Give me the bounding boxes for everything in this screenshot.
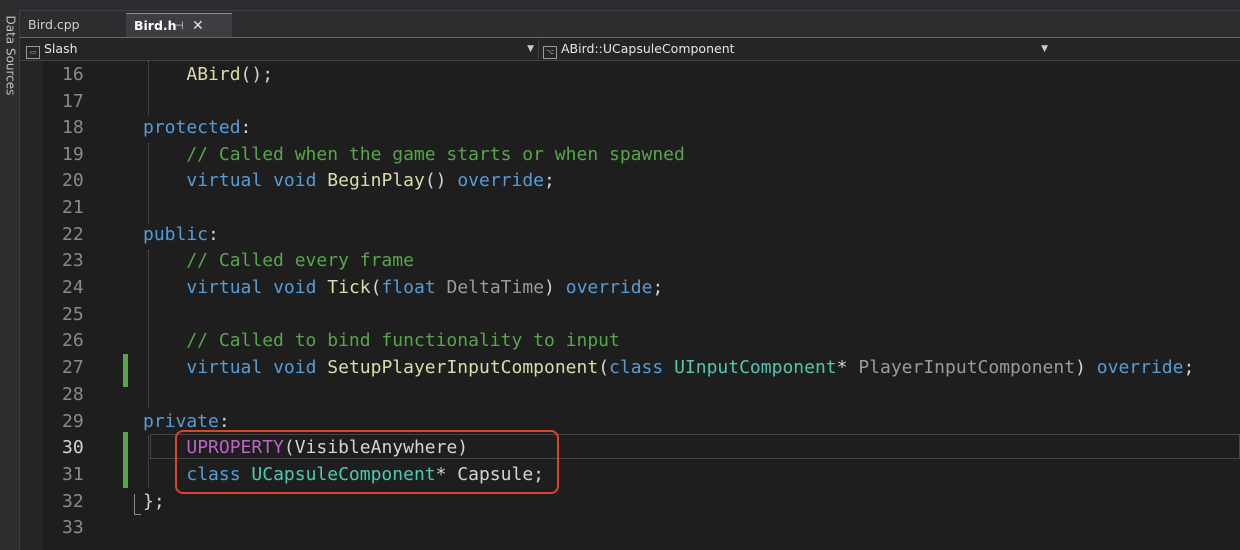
line-number: 31 xyxy=(62,464,84,485)
line-number: 23 xyxy=(62,250,84,271)
code-editor[interactable]: 16 ABird(); 17 18 protected: 19 // Calle… xyxy=(20,61,1240,550)
member-name: ABird::UCapsuleComponent xyxy=(561,41,735,56)
code-line: 19 // Called when the game starts or whe… xyxy=(20,141,1240,168)
code-line: 33 xyxy=(20,514,1240,541)
tab-label: Bird.h xyxy=(134,18,177,33)
code-line: 21 xyxy=(20,194,1240,221)
code-text[interactable]: virtual void SetupPlayerInputComponent(c… xyxy=(143,354,1194,381)
navigation-bar: ▭ Slash ▼ ⌥ ABird::UCapsuleComponent ▼ xyxy=(20,38,1240,61)
code-line: 16 ABird(); xyxy=(20,61,1240,88)
pin-icon[interactable]: ⊣ xyxy=(174,14,184,38)
code-line: 27 virtual void SetupPlayerInputComponen… xyxy=(20,354,1240,381)
chevron-down-icon: ▼ xyxy=(1041,44,1048,54)
line-number: 24 xyxy=(62,277,84,298)
code-text[interactable]: public: xyxy=(143,221,219,248)
line-number: 26 xyxy=(62,330,84,351)
project-dropdown[interactable]: ▭ Slash ▼ xyxy=(22,39,536,59)
line-number: 28 xyxy=(62,384,84,405)
line-number: 19 xyxy=(62,144,84,165)
member-dropdown[interactable]: ⌥ ABird::UCapsuleComponent ▼ xyxy=(538,39,1050,59)
code-comment[interactable]: // Called when the game starts or when s… xyxy=(143,141,685,168)
tab-bird-cpp[interactable]: Bird.cpp xyxy=(20,13,122,37)
code-line: 17 xyxy=(20,88,1240,115)
code-text[interactable]: protected: xyxy=(143,114,251,141)
code-text[interactable]: virtual void Tick(float DeltaTime) overr… xyxy=(143,274,663,301)
code-comment[interactable]: // Called every frame xyxy=(143,247,414,274)
code-line: 24 virtual void Tick(float DeltaTime) ov… xyxy=(20,274,1240,301)
code-line: 28 xyxy=(20,381,1240,408)
code-text[interactable]: virtual void BeginPlay() override; xyxy=(143,167,555,194)
project-icon: ▭ xyxy=(26,46,40,59)
line-number: 20 xyxy=(62,170,84,191)
line-number: 16 xyxy=(62,64,84,85)
data-sources-sidebar[interactable]: Data Sources xyxy=(0,10,20,550)
code-comment[interactable]: // Called to bind functionality to input xyxy=(143,327,619,354)
code-line: 23 // Called every frame xyxy=(20,247,1240,274)
tab-bird-h[interactable]: Bird.h ⊣ ✕ xyxy=(126,13,232,37)
code-line: 18 protected: xyxy=(20,114,1240,141)
code-line: 25 xyxy=(20,301,1240,328)
line-number: 22 xyxy=(62,224,84,245)
code-line: 26 // Called to bind functionality to in… xyxy=(20,327,1240,354)
data-sources-label[interactable]: Data Sources xyxy=(1,16,20,104)
code-line: 22 public: xyxy=(20,221,1240,248)
line-number: 21 xyxy=(62,197,84,218)
code-text[interactable]: ABird(); xyxy=(143,61,273,88)
project-name: Slash xyxy=(44,41,78,56)
line-number: 29 xyxy=(62,411,84,432)
chevron-down-icon: ▼ xyxy=(527,44,534,54)
annotation-highlight-box xyxy=(175,430,559,494)
member-icon: ⌥ xyxy=(543,46,557,59)
line-number: 27 xyxy=(62,357,84,378)
window-top-strip xyxy=(0,0,1240,11)
line-number: 33 xyxy=(62,517,84,538)
line-number: 30 xyxy=(62,437,84,458)
line-number: 18 xyxy=(62,117,84,138)
line-number: 32 xyxy=(62,491,84,512)
document-tab-bar: Bird.cpp Bird.h ⊣ ✕ xyxy=(20,11,1240,39)
tab-label: Bird.cpp xyxy=(28,17,80,32)
line-number: 25 xyxy=(62,304,84,325)
line-number: 17 xyxy=(62,91,84,112)
code-text[interactable]: }; xyxy=(143,488,165,515)
close-icon[interactable]: ✕ xyxy=(192,14,204,38)
code-line: 20 virtual void BeginPlay() override; xyxy=(20,167,1240,194)
